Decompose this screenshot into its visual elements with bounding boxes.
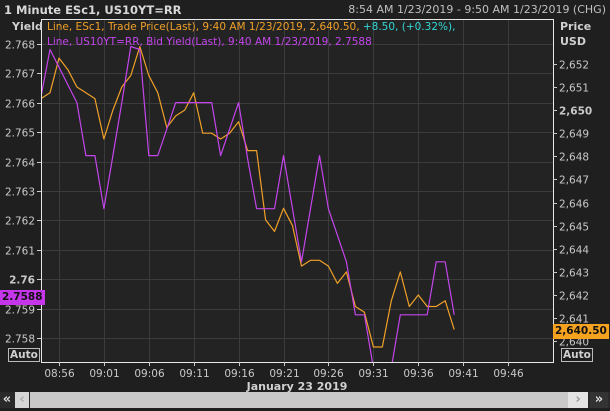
x-tick-label: 08:56 (44, 368, 75, 380)
right-axis-auto-button[interactable]: Auto (561, 348, 593, 362)
y-left-tick-label: 2.762 (5, 216, 35, 228)
y-right-tick-label: 2,643 (559, 268, 589, 280)
x-tick-label: 09:11 (179, 368, 209, 380)
y-right-tick-label: 2,649 (559, 129, 589, 141)
date-range: 8:54 AM 1/23/2019 - 9:50 AM 1/23/2019 (C… (348, 3, 606, 16)
y-left-tick-label: 2.758 (5, 334, 35, 346)
y-right-tick-label: 2,644 (559, 245, 589, 257)
chart: 08:56 09:01 09:06 09:11 09:16 09:21 09:26 09:31… (5, 19, 592, 380)
left-axis-title: Yield (12, 20, 43, 33)
legend-price-text: Line, ESc1, Trade Price(Last), 9:40 AM 1… (47, 21, 360, 33)
y-left-tick-label: 2.765 (5, 128, 35, 140)
x-tick-label: 09:31 (358, 368, 388, 380)
y-left-tick-label: 2.761 (5, 246, 35, 258)
y-left-tick-label: 2.763 (5, 187, 35, 199)
scroll-first-button[interactable]: « (0, 392, 14, 408)
x-tick-label: 09:41 (448, 368, 478, 380)
legend-yield[interactable]: Line, US10YT=RR, Bid Yield(Last), 9:40 A… (47, 36, 372, 48)
yield-last-badge: 2.7588 (0, 290, 45, 305)
y-left-tick-label: 2.759 (5, 305, 35, 317)
legend-price[interactable]: Line, ESc1, Trade Price(Last), 9:40 AM 1… (47, 21, 455, 33)
y-right-tick-label: 2,647 (559, 175, 589, 187)
x-tick-label: 09:21 (269, 368, 299, 380)
scroll-prev-button[interactable]: ‹ (15, 392, 29, 408)
y-left-tick-label: 2.76 (9, 275, 35, 287)
right-axis-title-price: Price (560, 20, 592, 33)
x-tick-label: 09:46 (493, 368, 524, 380)
scroll-last-button[interactable]: » (590, 392, 608, 408)
horizontal-scrollbar[interactable]: « ‹ › » (0, 392, 610, 408)
y-left-tick-label: 2.764 (5, 158, 35, 170)
scroll-next-button[interactable]: › (568, 392, 588, 408)
y-right-tick-label: 2,650 (559, 106, 592, 118)
scrollbar-thumb[interactable] (30, 392, 568, 408)
y-right-tick-label: 2,645 (559, 222, 589, 234)
x-tick-label: 09:06 (134, 368, 165, 380)
chart-title: 1 Minute ESc1, US10YT=RR (4, 3, 182, 17)
price-last-badge: 2,640.50 (553, 324, 609, 339)
y-left-tick-label: 2.767 (5, 69, 35, 81)
x-tick-label: 09:16 (224, 368, 255, 380)
y-right-tick-label: 2,642 (559, 291, 589, 303)
y-right-tick-label: 2,646 (559, 199, 589, 211)
y-left-tick-label: 2.766 (5, 99, 35, 111)
y-right-tick-label: 2,648 (559, 152, 589, 164)
y-right-tick-label: 2,652 (559, 60, 589, 72)
y-left-tick-label: 2.768 (5, 40, 35, 52)
x-tick-label: 09:36 (403, 368, 434, 380)
x-tick-label: 09:01 (89, 368, 119, 380)
x-tick-label: 09:26 (313, 368, 344, 380)
legend-price-change: +8.50, (+0.32%), (359, 21, 456, 33)
y-right-tick-label: 2,651 (559, 83, 589, 95)
right-axis-title-usd: USD (560, 35, 586, 48)
left-axis-auto-button[interactable]: Auto (8, 348, 40, 362)
